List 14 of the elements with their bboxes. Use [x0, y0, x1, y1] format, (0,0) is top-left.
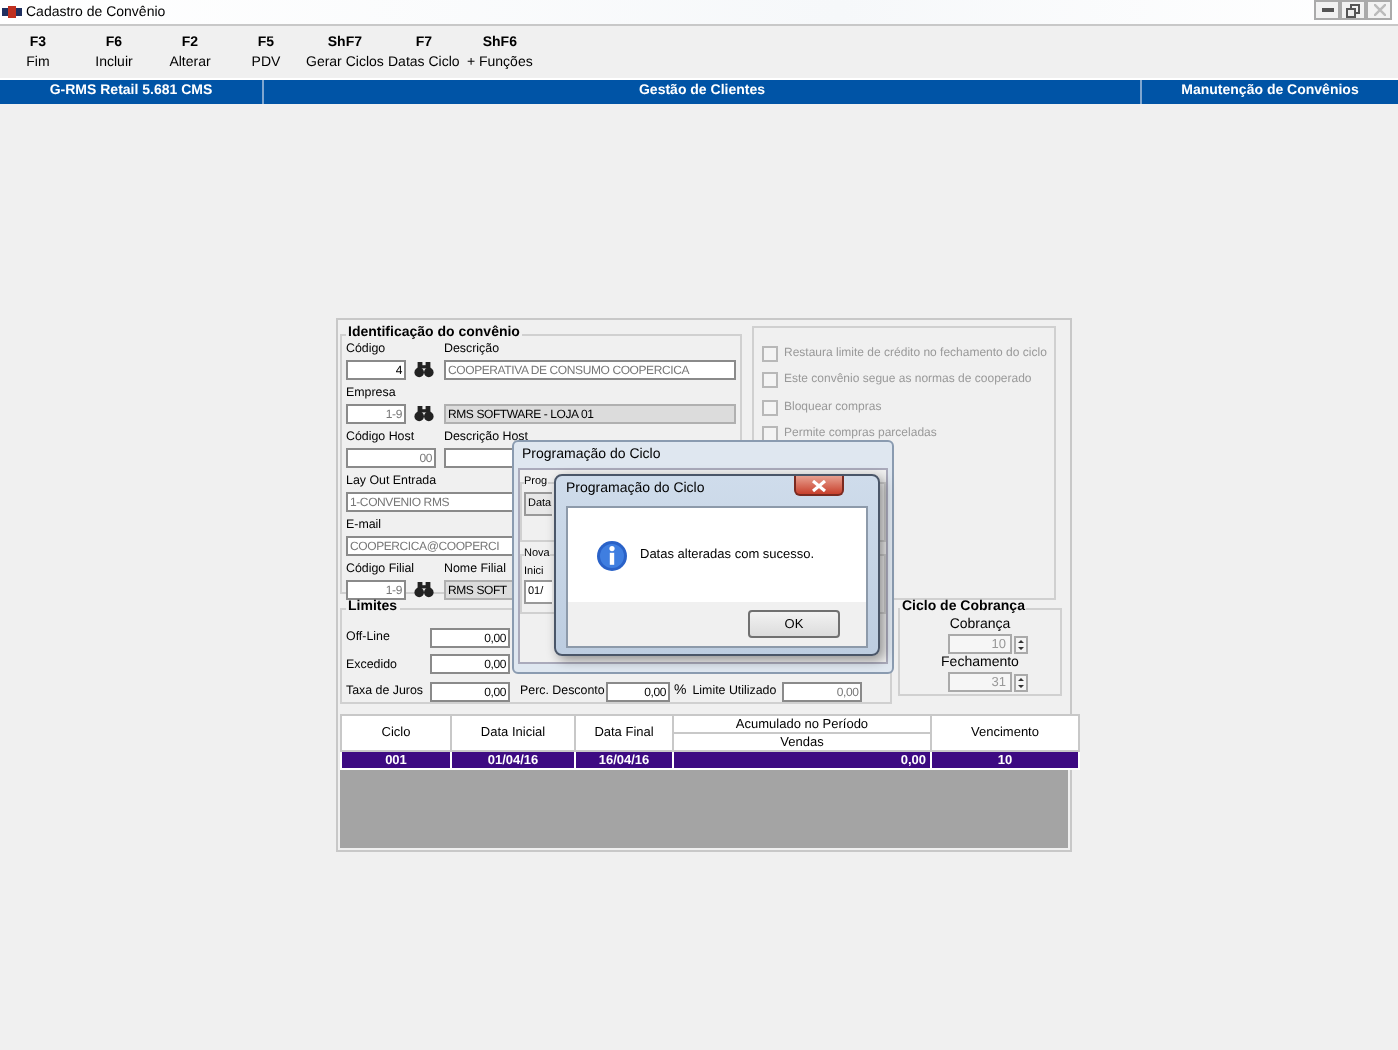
info-icon [596, 539, 628, 571]
spin-arrows-icon [1014, 635, 1028, 653]
binoculars-icon[interactable] [414, 405, 434, 421]
minimize-button[interactable] [1314, 0, 1340, 20]
restore-button[interactable] [1340, 0, 1366, 20]
close-button[interactable] [794, 476, 844, 496]
minimize-icon [1321, 8, 1333, 12]
binoculars-icon[interactable] [414, 361, 434, 377]
binoculars-icon[interactable] [414, 581, 434, 597]
restore-icon [1346, 3, 1360, 17]
close-icon [1373, 4, 1385, 16]
app-icon [2, 6, 22, 18]
spin-arrows-icon [1014, 673, 1028, 691]
close-icon [812, 479, 826, 491]
